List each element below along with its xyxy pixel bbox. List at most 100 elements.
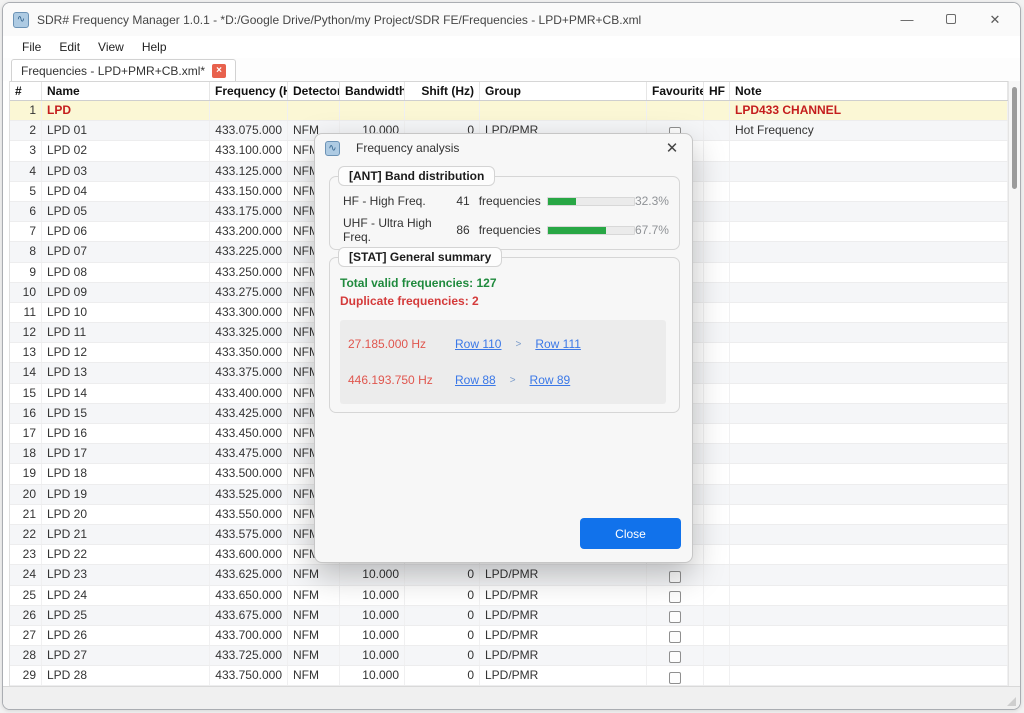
cell-num[interactable]: 1 <box>10 101 42 120</box>
cell-freq[interactable] <box>210 101 288 120</box>
cell-name[interactable]: LPD 27 <box>42 646 210 665</box>
cell-num[interactable]: 23 <box>10 545 42 564</box>
cell-note[interactable]: LPD433 CHANNEL <box>730 101 1008 120</box>
cell-fav[interactable] <box>647 606 704 625</box>
cell-hf[interactable] <box>704 646 730 665</box>
cell-freq[interactable]: 433.125.000 <box>210 162 288 181</box>
cell-freq[interactable]: 433.350.000 <box>210 343 288 362</box>
cell-note[interactable] <box>730 586 1008 605</box>
cell-num[interactable]: 2 <box>10 121 42 140</box>
favourites-checkbox[interactable] <box>669 591 681 603</box>
cell-fav[interactable] <box>647 626 704 645</box>
cell-note[interactable] <box>730 666 1008 685</box>
cell-hf[interactable] <box>704 404 730 423</box>
cell-num[interactable]: 26 <box>10 606 42 625</box>
cell-freq[interactable]: 433.650.000 <box>210 586 288 605</box>
row-link[interactable]: Row 88 <box>455 373 496 387</box>
cell-hf[interactable] <box>704 101 730 120</box>
cell-freq[interactable]: 433.725.000 <box>210 646 288 665</box>
cell-hf[interactable] <box>704 626 730 645</box>
menu-item-help[interactable]: Help <box>133 38 176 56</box>
row-link[interactable]: Row 89 <box>530 373 571 387</box>
cell-note[interactable] <box>730 182 1008 201</box>
cell-note[interactable] <box>730 464 1008 483</box>
cell-num[interactable]: 16 <box>10 404 42 423</box>
cell-note[interactable] <box>730 283 1008 302</box>
cell-note[interactable] <box>730 646 1008 665</box>
cell-note[interactable] <box>730 242 1008 261</box>
cell-shift[interactable]: 0 <box>405 646 480 665</box>
cell-shift[interactable]: 0 <box>405 586 480 605</box>
cell-detector[interactable]: NFM <box>288 586 340 605</box>
cell-note[interactable] <box>730 162 1008 181</box>
cell-detector[interactable]: NFM <box>288 565 340 584</box>
favourites-checkbox[interactable] <box>669 651 681 663</box>
cell-num[interactable]: 6 <box>10 202 42 221</box>
cell-name[interactable]: LPD 02 <box>42 141 210 160</box>
cell-num[interactable]: 5 <box>10 182 42 201</box>
table-row[interactable]: 1LPDLPD433 CHANNEL <box>10 101 1008 121</box>
favourites-checkbox[interactable] <box>669 631 681 643</box>
cell-hf[interactable] <box>704 666 730 685</box>
cell-freq[interactable]: 433.550.000 <box>210 505 288 524</box>
cell-group[interactable] <box>480 101 647 120</box>
cell-fav[interactable] <box>647 666 704 685</box>
cell-note[interactable] <box>730 626 1008 645</box>
table-row[interactable]: 25LPD 24433.650.000NFM10.0000LPD/PMR <box>10 586 1008 606</box>
cell-hf[interactable] <box>704 263 730 282</box>
cell-hf[interactable] <box>704 363 730 382</box>
cell-name[interactable]: LPD 06 <box>42 222 210 241</box>
column-header-group[interactable]: Group <box>480 82 647 100</box>
cell-hf[interactable] <box>704 545 730 564</box>
cell-freq[interactable]: 433.250.000 <box>210 263 288 282</box>
cell-bandwidth[interactable]: 10.000 <box>340 646 405 665</box>
cell-shift[interactable] <box>405 101 480 120</box>
cell-shift[interactable]: 0 <box>405 626 480 645</box>
cell-num[interactable]: 12 <box>10 323 42 342</box>
cell-note[interactable] <box>730 424 1008 443</box>
cell-freq[interactable]: 433.375.000 <box>210 363 288 382</box>
cell-freq[interactable]: 433.100.000 <box>210 141 288 160</box>
cell-detector[interactable]: NFM <box>288 646 340 665</box>
scrollbar-thumb[interactable] <box>1012 87 1017 189</box>
cell-freq[interactable]: 433.150.000 <box>210 182 288 201</box>
cell-fav[interactable] <box>647 565 704 584</box>
table-row[interactable]: 26LPD 25433.675.000NFM10.0000LPD/PMR <box>10 606 1008 626</box>
cell-num[interactable]: 20 <box>10 485 42 504</box>
cell-note[interactable]: Hot Frequency <box>730 121 1008 140</box>
cell-bandwidth[interactable]: 10.000 <box>340 565 405 584</box>
cell-name[interactable]: LPD 01 <box>42 121 210 140</box>
cell-hf[interactable] <box>704 121 730 140</box>
vertical-scrollbar[interactable] <box>1008 81 1020 686</box>
cell-num[interactable]: 22 <box>10 525 42 544</box>
cell-fav[interactable] <box>647 101 704 120</box>
cell-num[interactable]: 10 <box>10 283 42 302</box>
cell-name[interactable]: LPD 07 <box>42 242 210 261</box>
cell-name[interactable]: LPD 20 <box>42 505 210 524</box>
column-header-name[interactable]: Name <box>42 82 210 100</box>
cell-hf[interactable] <box>704 162 730 181</box>
cell-num[interactable]: 27 <box>10 626 42 645</box>
cell-hf[interactable] <box>704 565 730 584</box>
cell-num[interactable]: 21 <box>10 505 42 524</box>
cell-hf[interactable] <box>704 525 730 544</box>
favourites-checkbox[interactable] <box>669 571 681 583</box>
cell-name[interactable]: LPD 23 <box>42 565 210 584</box>
table-row[interactable]: 24LPD 23433.625.000NFM10.0000LPD/PMR <box>10 565 1008 585</box>
cell-name[interactable]: LPD 14 <box>42 384 210 403</box>
cell-name[interactable]: LPD 21 <box>42 525 210 544</box>
cell-freq[interactable]: 433.750.000 <box>210 666 288 685</box>
menu-item-view[interactable]: View <box>89 38 133 56</box>
cell-hf[interactable] <box>704 242 730 261</box>
cell-freq[interactable]: 433.275.000 <box>210 283 288 302</box>
cell-detector[interactable]: NFM <box>288 666 340 685</box>
cell-hf[interactable] <box>704 505 730 524</box>
column-header-hf[interactable]: HF <box>704 82 730 100</box>
tab-close-icon[interactable]: × <box>212 64 226 78</box>
close-icon[interactable]: ✕ <box>986 12 1004 28</box>
cell-hf[interactable] <box>704 606 730 625</box>
cell-detector[interactable] <box>288 101 340 120</box>
cell-hf[interactable] <box>704 323 730 342</box>
cell-name[interactable]: LPD 13 <box>42 363 210 382</box>
cell-note[interactable] <box>730 263 1008 282</box>
